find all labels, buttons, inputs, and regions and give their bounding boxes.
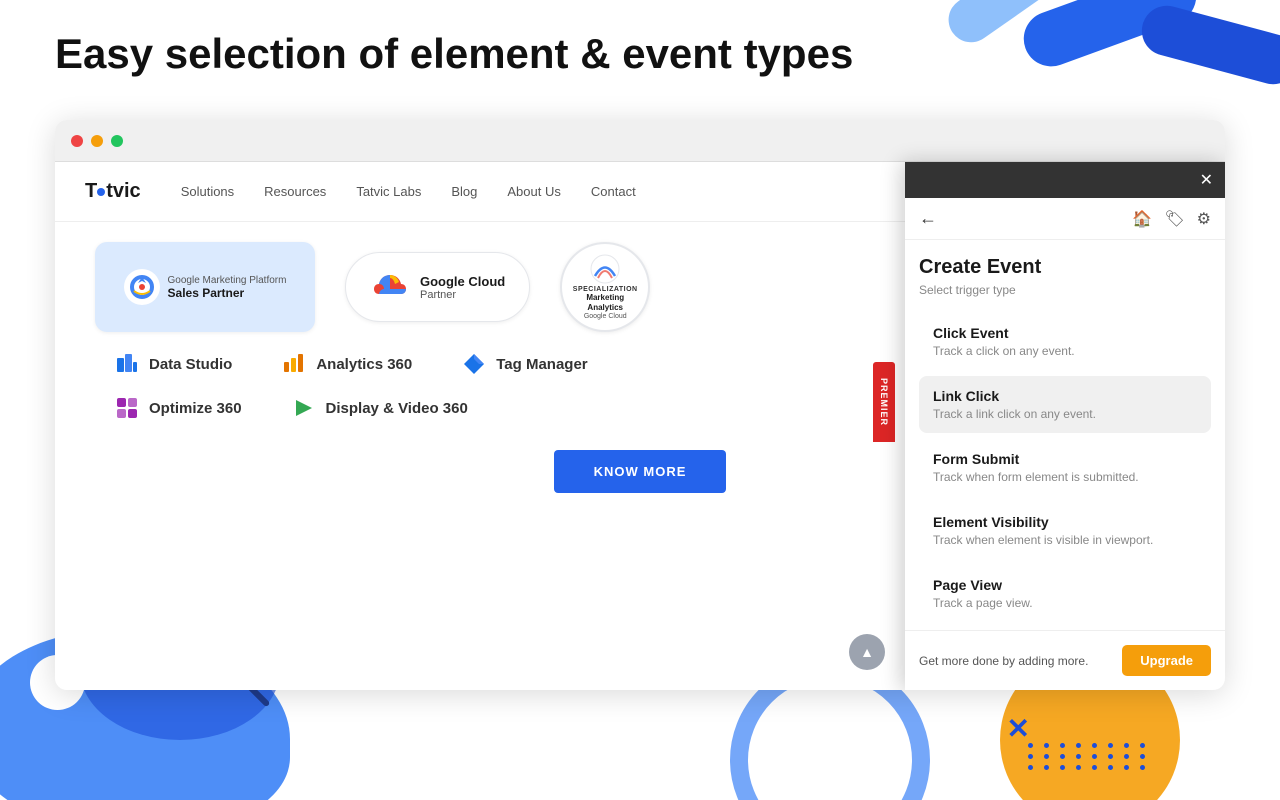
nav-item-blog[interactable]: Blog	[451, 184, 477, 199]
scroll-to-top-button[interactable]: ▲	[849, 634, 885, 670]
spec-name: Marketing Analytics	[570, 293, 640, 312]
spec-company: Google Cloud	[584, 313, 627, 320]
event-click-title: Click Event	[933, 325, 1197, 341]
gcloud-label: Google Cloud	[420, 274, 505, 289]
panel-header-bar: ✕	[905, 162, 1225, 198]
gcloud-partner-label: Partner	[420, 289, 505, 301]
partner-data-studio: Data Studio	[115, 352, 232, 376]
partner-optimize-360: Optimize 360	[115, 396, 242, 420]
event-visibility-title: Element Visibility	[933, 514, 1197, 530]
partner-tag-manager: Tag Manager	[462, 352, 587, 376]
event-click-desc: Track a click on any event.	[933, 344, 1197, 358]
browser-bar	[55, 120, 1225, 162]
nav-item-tatvic-labs[interactable]: Tatvic Labs	[356, 184, 421, 199]
panel-footer: Get more done by adding more. Upgrade	[905, 630, 1225, 690]
panel-body: Create Event Select trigger type Click E…	[905, 240, 1225, 630]
event-item-element-visibility[interactable]: Element Visibility Track when element is…	[919, 502, 1211, 559]
event-form-title: Form Submit	[933, 451, 1197, 467]
event-item-form-submit[interactable]: Form Submit Track when form element is s…	[919, 439, 1211, 496]
event-item-click-event[interactable]: Click Event Track a click on any event.	[919, 313, 1211, 370]
panel-tag-button[interactable]: 🏷	[1164, 209, 1184, 229]
nav-links: Solutions Resources Tatvic Labs Blog Abo…	[181, 184, 636, 199]
dv360-icon	[292, 396, 316, 420]
browser-minimize-dot[interactable]	[91, 135, 103, 147]
browser-maximize-dot[interactable]	[111, 135, 123, 147]
nav-item-solutions[interactable]: Solutions	[181, 184, 234, 199]
data-studio-icon	[115, 352, 139, 376]
panel-toolbar-icons: 🏠 🏷 ⚙	[1132, 209, 1211, 229]
create-event-panel: ✕ ← 🏠 🏷 ⚙ Create Event Select trigger ty…	[905, 162, 1225, 690]
spec-title: SPECIALIZATION	[573, 286, 638, 293]
partner-gcloud: Google Cloud Partner	[345, 252, 530, 322]
analytics-icon	[282, 352, 306, 376]
dv360-label: Display & Video 360	[326, 400, 468, 417]
premier-badge: PREMIER	[873, 362, 895, 442]
know-more-button[interactable]: KNOW MORE	[554, 450, 727, 493]
event-item-link-click[interactable]: Link Click Track a link click on any eve…	[919, 376, 1211, 433]
nav-item-contact[interactable]: Contact	[591, 184, 636, 199]
panel-title: Create Event	[919, 256, 1211, 279]
event-form-desc: Track when form element is submitted.	[933, 470, 1197, 484]
panel-home-button[interactable]: 🏠	[1132, 209, 1152, 229]
gmp-partner-label: Sales Partner	[168, 286, 287, 300]
analytics-360-label: Analytics 360	[316, 356, 412, 373]
upgrade-button[interactable]: Upgrade	[1122, 645, 1211, 676]
tag-manager-icon	[462, 352, 486, 376]
dot-grid	[1028, 743, 1150, 770]
partner-gmp: Google Marketing Platform Sales Partner	[95, 242, 315, 332]
browser-close-dot[interactable]	[71, 135, 83, 147]
page-heading: Easy selection of element & event types	[55, 30, 853, 78]
gcloud-logo-icon	[370, 271, 410, 303]
browser-content: Ttvic Solutions Resources Tatvic Labs Bl…	[55, 162, 1225, 690]
panel-toolbar: ← 🏠 🏷 ⚙	[905, 198, 1225, 240]
gmp-label: Google Marketing Platform	[168, 275, 287, 286]
spec-logo-icon	[590, 254, 620, 284]
nav-item-resources[interactable]: Resources	[264, 184, 326, 199]
optimize-360-label: Optimize 360	[149, 400, 242, 417]
partner-analytics-360: Analytics 360	[282, 352, 412, 376]
nav-item-about[interactable]: About Us	[507, 184, 560, 199]
event-pageview-desc: Track a page view.	[933, 596, 1197, 610]
partner-specialization: SPECIALIZATION Marketing Analytics Googl…	[560, 242, 650, 332]
event-item-page-view[interactable]: Page View Track a page view.	[919, 565, 1211, 622]
x-decoration: ✕	[1007, 712, 1030, 745]
panel-back-button[interactable]: ←	[919, 208, 937, 229]
panel-close-button[interactable]: ✕	[1200, 170, 1213, 190]
site-logo: Ttvic	[85, 180, 141, 203]
optimize-icon	[115, 396, 139, 420]
browser-window: Ttvic Solutions Resources Tatvic Labs Bl…	[55, 120, 1225, 690]
partner-dv360: Display & Video 360	[292, 396, 468, 420]
event-link-title: Link Click	[933, 388, 1197, 404]
panel-subtitle: Select trigger type	[919, 283, 1211, 297]
event-link-desc: Track a link click on any event.	[933, 407, 1197, 421]
gmp-logo-icon	[124, 269, 160, 305]
panel-footer-text: Get more done by adding more.	[919, 654, 1088, 668]
event-visibility-desc: Track when element is visible in viewpor…	[933, 533, 1197, 547]
event-pageview-title: Page View	[933, 577, 1197, 593]
data-studio-label: Data Studio	[149, 356, 232, 373]
panel-settings-button[interactable]: ⚙	[1197, 209, 1211, 229]
tag-manager-label: Tag Manager	[496, 356, 587, 373]
